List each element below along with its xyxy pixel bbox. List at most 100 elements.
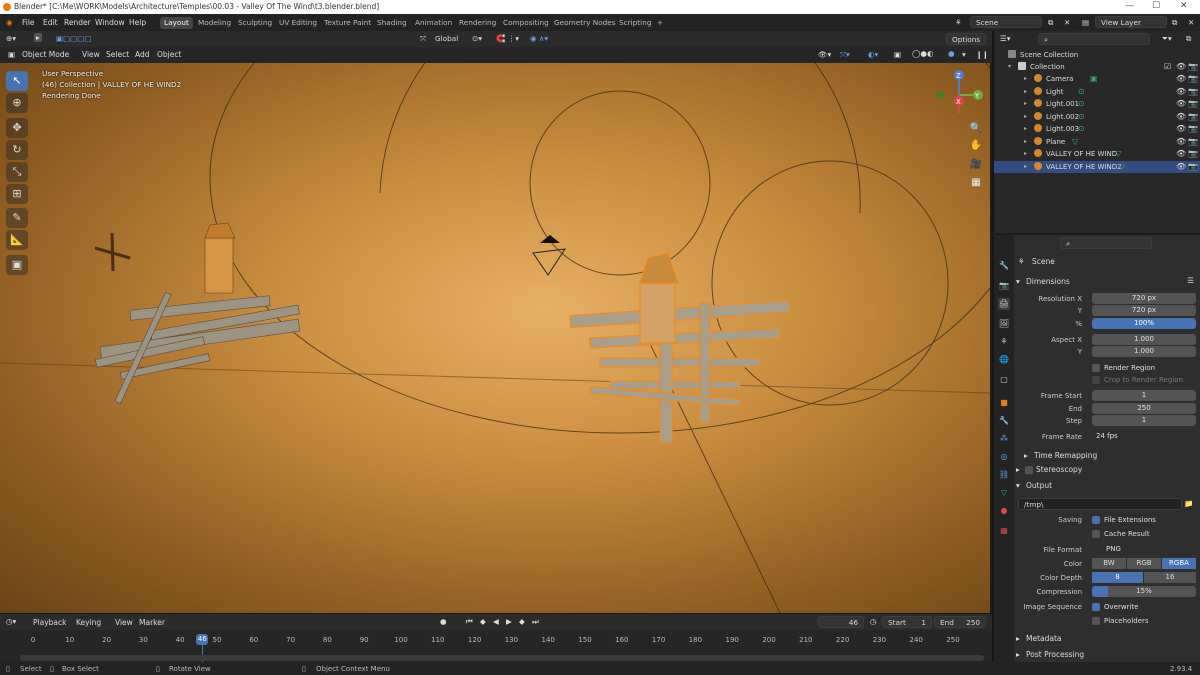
prev-keyframe-icon[interactable]: ◆: [480, 617, 486, 626]
outliner-item-valley-of-he-wind[interactable]: ▸ VALLEY OF HE WIND ▽ 👁 📷: [994, 148, 1200, 160]
expand-arrow-icon[interactable]: ▸: [1024, 163, 1027, 170]
aspect-y-field[interactable]: 1.000: [1092, 346, 1196, 357]
color-rgba-option[interactable]: RGBA: [1162, 558, 1196, 569]
outliner-item-light[interactable]: ▸ Light ⊙ 👁 📷: [994, 86, 1200, 98]
minimize-button[interactable]: —: [1125, 1, 1134, 11]
scene-tab-icon[interactable]: ⚘: [998, 336, 1010, 348]
outliner-editor-icon[interactable]: ☰▾: [1000, 34, 1011, 43]
placeholders-checkbox[interactable]: [1092, 617, 1100, 625]
tab-uv-editing[interactable]: UV Editing: [275, 17, 321, 29]
overlay-toggle-icon[interactable]: ◐▾: [868, 50, 878, 59]
move-tool-icon[interactable]: ✥: [6, 118, 28, 138]
new-scene-icon[interactable]: ⧉: [1048, 18, 1053, 28]
blender-menu-icon[interactable]: ◉: [6, 18, 13, 27]
menu-help[interactable]: Help: [129, 18, 146, 27]
gizmo-toggle-icon[interactable]: ⤧▾: [840, 50, 850, 60]
tab-geometry-nodes[interactable]: Geometry Nodes: [550, 17, 620, 29]
shading-modes-icon[interactable]: ◯●◐: [912, 49, 933, 58]
render-camera-icon[interactable]: 📷: [1188, 99, 1198, 108]
visibility-eye-icon[interactable]: 👁: [1176, 162, 1186, 171]
zoom-icon[interactable]: 🔍: [968, 123, 984, 137]
texture-tab-icon[interactable]: ▦: [998, 525, 1010, 537]
outliner-item-camera[interactable]: ▸ Camera ▣ 👁 📷: [994, 73, 1200, 85]
play-reverse-icon[interactable]: ◀: [493, 617, 499, 626]
frame-end-field[interactable]: 250: [1092, 403, 1196, 414]
outliner-scene-collection[interactable]: Scene Collection: [994, 49, 1200, 61]
resolution-y-field[interactable]: 720 px: [1092, 305, 1196, 316]
light-data-icon[interactable]: ⊙: [1078, 99, 1085, 108]
tab-animation[interactable]: Animation: [411, 17, 456, 29]
outliner-item-light-003[interactable]: ▸ Light.003 ⊙ 👁 📷: [994, 123, 1200, 135]
overwrite-checkbox[interactable]: [1092, 603, 1100, 611]
timeline-menu-keying[interactable]: Keying: [76, 618, 101, 627]
dimensions-section-header[interactable]: ▾ Dimensions ☰: [1016, 275, 1200, 289]
file-format-dropdown[interactable]: PNG: [1092, 544, 1196, 555]
select-box-tool-icon[interactable]: ↖: [6, 71, 28, 91]
expand-arrow-icon[interactable]: ▸: [1024, 88, 1027, 95]
expand-arrow-icon[interactable]: ▸: [1024, 100, 1027, 107]
camera-data-icon[interactable]: ▣: [1090, 74, 1098, 83]
crop-region-checkbox[interactable]: [1092, 376, 1100, 384]
scale-tool-icon[interactable]: ⤡: [6, 162, 28, 182]
visibility-eye-icon[interactable]: 👁: [1176, 149, 1186, 158]
modifier-tab-icon[interactable]: 🔧: [998, 415, 1010, 427]
physics-tab-icon[interactable]: ◎: [998, 451, 1010, 463]
select-mode-icon[interactable]: ▸: [34, 33, 42, 42]
frame-rate-dropdown[interactable]: 24 fps: [1092, 431, 1196, 442]
metadata-section[interactable]: ▸ Metadata: [1016, 632, 1200, 646]
visibility-eye-icon[interactable]: 👁: [1176, 112, 1186, 121]
render-tab-icon[interactable]: 📷: [998, 280, 1010, 292]
view-layer-icon[interactable]: ▤: [1082, 18, 1089, 27]
outliner-item-plane[interactable]: ▸ Plane ▽ 👁 📷: [994, 136, 1200, 148]
object-tab-icon[interactable]: ■: [998, 397, 1010, 409]
new-view-layer-icon[interactable]: ⧉: [1172, 18, 1177, 28]
transform-orientation-dropdown[interactable]: Global: [430, 33, 470, 45]
stereoscopy-checkbox[interactable]: [1025, 466, 1033, 474]
expand-arrow-icon[interactable]: ▸: [1024, 125, 1027, 132]
playhead[interactable]: 46: [196, 634, 209, 645]
mesh-data-icon[interactable]: ▽: [1119, 162, 1125, 171]
preview-range-icon[interactable]: ◷: [870, 617, 877, 626]
frame-step-field[interactable]: 1: [1092, 415, 1196, 426]
viewport-menu-view[interactable]: View: [82, 50, 100, 59]
material-tab-icon[interactable]: ●: [998, 505, 1010, 517]
data-tab-icon[interactable]: ▽: [998, 487, 1010, 499]
light-data-icon[interactable]: ⊙: [1078, 112, 1085, 121]
scene-icon[interactable]: ⚘: [955, 18, 962, 27]
play-icon[interactable]: ▶: [506, 617, 512, 626]
collection-eye-icon[interactable]: 👁: [1176, 62, 1186, 71]
output-tab-icon[interactable]: 🖨: [998, 298, 1010, 310]
delete-view-layer-icon[interactable]: ✕: [1188, 18, 1194, 27]
options-dropdown[interactable]: Options: [946, 33, 986, 45]
record-icon[interactable]: ●: [440, 617, 447, 626]
outliner-item-light-001[interactable]: ▸ Light.001 ⊙ 👁 📷: [994, 98, 1200, 110]
output-section-header[interactable]: ▾ Output: [1016, 479, 1200, 493]
filter-icon[interactable]: ⏷▾: [1162, 34, 1172, 44]
particles-tab-icon[interactable]: ⁂: [998, 433, 1010, 445]
presets-list-icon[interactable]: ☰: [1187, 276, 1194, 285]
transform-tool-icon[interactable]: ⊞: [6, 184, 28, 204]
render-camera-icon[interactable]: 📷: [1188, 112, 1198, 121]
world-tab-icon[interactable]: 🌐: [998, 354, 1010, 366]
next-keyframe-icon[interactable]: ◆: [519, 617, 525, 626]
expand-arrow-icon[interactable]: ▸: [1024, 75, 1027, 82]
color-bw-option[interactable]: BW: [1092, 558, 1126, 569]
render-region-checkbox[interactable]: [1092, 364, 1100, 372]
properties-search-input[interactable]: ⌕: [1060, 237, 1152, 249]
depth-8-option[interactable]: 8: [1092, 572, 1143, 583]
compression-slider[interactable]: 15%: [1092, 586, 1196, 597]
viewport-menu-add[interactable]: Add: [135, 50, 150, 59]
render-camera-icon[interactable]: 📷: [1188, 137, 1198, 146]
render-camera-icon[interactable]: 📷: [1188, 124, 1198, 133]
constraints-tab-icon[interactable]: ⛓: [998, 469, 1010, 481]
menu-edit[interactable]: Edit: [43, 18, 58, 27]
collection-tab-icon[interactable]: ▢: [998, 374, 1010, 386]
tab-compositing[interactable]: Compositing: [499, 17, 553, 29]
tab-scripting[interactable]: Scripting: [615, 17, 655, 29]
add-cube-tool-icon[interactable]: ▣: [6, 255, 28, 275]
mesh-data-icon[interactable]: ▽: [1115, 149, 1121, 158]
folder-browse-icon[interactable]: 📁: [1184, 499, 1193, 508]
file-extensions-checkbox[interactable]: [1092, 516, 1100, 524]
rendered-shading-icon[interactable]: ●: [948, 49, 955, 58]
menu-file[interactable]: File: [22, 18, 35, 27]
